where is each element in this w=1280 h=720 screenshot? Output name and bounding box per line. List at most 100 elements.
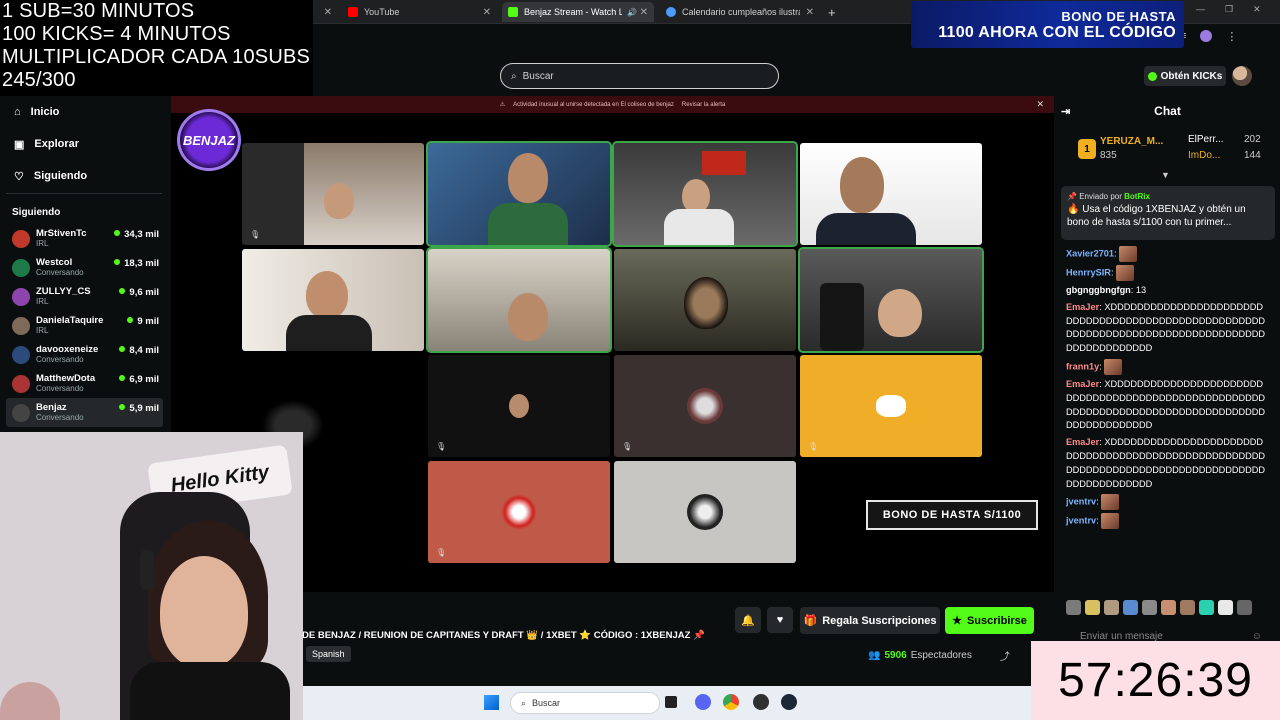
nav-explore[interactable]: ▣ Explorar — [0, 128, 170, 160]
pin-icon: 📌 — [1067, 192, 1077, 201]
chat-username[interactable]: Xavier2701 — [1066, 248, 1114, 258]
chat-message: HenrrySIR: — [1066, 265, 1266, 281]
emote-icon[interactable] — [1066, 600, 1081, 615]
emote-icon[interactable] — [1180, 600, 1195, 615]
minimize-button[interactable]: — — [1196, 4, 1205, 15]
chat-message: jventrv: — [1066, 494, 1266, 511]
tab-youtube[interactable]: YouTube ✕ — [342, 2, 497, 22]
subscribe-button[interactable]: ★ Suscribirse — [945, 607, 1034, 634]
chat-username[interactable]: HenrrySIR — [1066, 267, 1111, 277]
get-kicks-button[interactable]: Obtén KICKs — [1144, 66, 1226, 86]
gifter-amount: 202 — [1244, 134, 1261, 145]
emote-icon[interactable] — [1085, 600, 1100, 615]
call-tile: 🎙 — [614, 355, 796, 457]
user-avatar[interactable] — [1232, 66, 1252, 86]
emoji-icon[interactable]: ☺ — [1252, 631, 1262, 642]
emote-icon — [1119, 246, 1138, 262]
emote-icon[interactable] — [1218, 600, 1233, 615]
task-view-icon[interactable] — [665, 696, 677, 708]
emote-icon[interactable] — [1237, 600, 1252, 615]
close-tab-icon[interactable]: ✕ — [483, 7, 491, 18]
search-bar[interactable]: ⌕ Buscar — [500, 63, 779, 89]
share-icon[interactable]: ⤴ — [1000, 648, 1010, 663]
gifter-name[interactable]: ElPerr... — [1188, 134, 1224, 145]
participant-body — [664, 209, 734, 245]
mic-muted-icon: 🎙 — [622, 442, 633, 451]
chrome-app-icon[interactable] — [723, 694, 739, 710]
close-tab-icon[interactable]: ✕ — [640, 7, 648, 18]
nav-following[interactable]: ♡ Siguiendo — [0, 160, 170, 192]
language-tag[interactable]: Spanish — [306, 646, 351, 662]
chat-header: ⇥ Chat — [1055, 96, 1280, 126]
following-item[interactable]: DanielaTaquire IRL 9 mil — [6, 311, 163, 340]
channel-category: IRL — [36, 297, 49, 306]
channel-name: MrStivenTc — [36, 228, 87, 239]
following-item[interactable]: davooxeneize Conversando 8,4 mil — [6, 340, 163, 369]
expand-chevron-icon[interactable]: ▼ — [1161, 170, 1170, 180]
chat-username[interactable]: jventrv — [1066, 497, 1096, 507]
collapse-chat-icon[interactable]: ⇥ — [1061, 105, 1070, 118]
taskbar-search[interactable]: ⌕ Buscar — [510, 692, 660, 714]
emote-icon[interactable] — [1104, 600, 1119, 615]
following-item[interactable]: MrStivenTc IRL 34,3 mil — [6, 224, 163, 253]
get-kicks-label: Obtén KICKs — [1160, 70, 1223, 82]
new-tab-button[interactable]: + — [822, 2, 838, 22]
tab-calendar[interactable]: Calendario cumpleaños ilustrad ✕ — [660, 2, 820, 22]
alert-link[interactable]: Revisar la alerta — [682, 102, 725, 108]
close-icon[interactable]: ✕ — [1036, 99, 1044, 110]
kick-favicon-icon — [508, 7, 518, 17]
following-item[interactable]: Westcol Conversando 18,3 mil — [6, 253, 163, 282]
participant-avatar — [687, 388, 723, 424]
nav-home[interactable]: ⌂ Inicio — [0, 96, 170, 128]
notification-bell-button[interactable]: 🔔 — [735, 607, 761, 633]
gifter-name[interactable]: YERUZA_M... — [1100, 136, 1163, 147]
chat-username[interactable]: jventrv — [1066, 516, 1096, 526]
maximize-button[interactable]: ❐ — [1225, 4, 1233, 15]
following-item[interactable]: ZULLYY_CS IRL 9,6 mil — [6, 282, 163, 311]
menu-icon[interactable]: ⋮ — [1226, 30, 1237, 43]
emote-icon[interactable] — [1199, 600, 1214, 615]
call-tile: 🎙 — [800, 355, 982, 457]
channel-category: Conversando — [36, 268, 84, 277]
speaker-icon[interactable]: 🔊 — [627, 8, 637, 17]
profile-icon[interactable] — [1200, 30, 1213, 42]
chat-username[interactable]: EmaJer — [1066, 302, 1099, 312]
heart-icon: ♥ — [776, 614, 784, 626]
following-item[interactable]: MatthewDota Conversando 6,9 mil — [6, 369, 163, 398]
obs-app-icon[interactable] — [753, 694, 769, 710]
participant-face — [324, 183, 354, 219]
kick-coin-icon — [1147, 71, 1157, 81]
participant-face — [306, 271, 348, 319]
gift-subs-button[interactable]: 🎁 Regala Suscripciones — [800, 607, 940, 634]
tab-kick-stream[interactable]: Benjaz Stream - Watch Live 🔊 ✕ — [502, 2, 654, 22]
discord-app-icon[interactable] — [695, 694, 711, 710]
gifter-amount: 835 — [1100, 150, 1117, 161]
emote-icon[interactable] — [1142, 600, 1157, 615]
participant-face — [878, 289, 922, 337]
heart-icon: ♡ — [14, 170, 24, 183]
channel-avatar — [12, 345, 30, 364]
subscribe-label: Suscribirse — [966, 614, 1027, 627]
follow-heart-button[interactable]: ♥ — [767, 607, 793, 633]
close-tab-icon[interactable]: ✕ — [806, 7, 814, 18]
steam-app-icon[interactable] — [781, 694, 797, 710]
following-list: MrStivenTc IRL 34,3 mil Westcol Conversando… — [6, 224, 163, 427]
emote-icon[interactable] — [1161, 600, 1176, 615]
overlay-line: 100 KICKS= 4 MINUTOS — [2, 23, 231, 45]
following-item-selected[interactable]: Benjaz Conversando 5,9 mil — [6, 398, 163, 427]
stream-title: DE BENJAZ / REUNION DE CAPITANES Y DRAFT… — [302, 630, 705, 641]
gifter-name[interactable]: ImDo... — [1188, 150, 1220, 161]
chat-username[interactable]: EmaJer — [1066, 379, 1099, 389]
search-placeholder: Buscar — [522, 70, 554, 82]
emote-icon[interactable] — [1123, 600, 1138, 615]
close-window-button[interactable]: ✕ — [1253, 4, 1261, 15]
call-tile: 🎙 — [428, 461, 610, 563]
chat-username[interactable]: frann1y — [1066, 361, 1099, 371]
chat-username[interactable]: EmaJer — [1066, 437, 1099, 447]
emote-icon — [1101, 494, 1120, 511]
tab-previous-close[interactable]: ✕ — [316, 2, 338, 22]
call-tile — [614, 249, 796, 351]
windows-start-icon[interactable] — [484, 695, 499, 710]
chat-username[interactable]: gbgnggbngfgn — [1066, 285, 1131, 295]
viewer-count: 👥 5906 Espectadores ⤴ ⚠ — [868, 648, 1041, 663]
